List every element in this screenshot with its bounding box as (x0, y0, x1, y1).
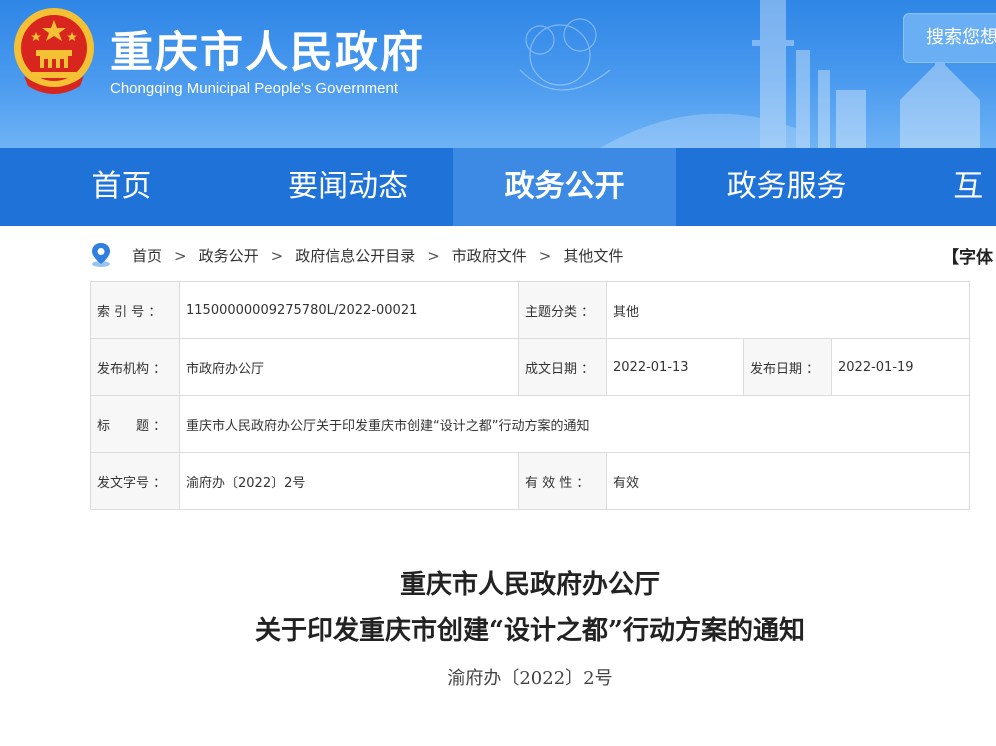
search-button[interactable]: 搜索您想 (903, 13, 996, 63)
breadcrumb-row: 首页 > 政务公开 > 政府信息公开目录 > 市政府文件 > 其他文件 【字体 (0, 238, 996, 272)
breadcrumb-separator: > (174, 246, 187, 265)
breadcrumb-home[interactable]: 首页 (132, 245, 162, 266)
index-label: 索 引 号 ： (90, 281, 180, 339)
breadcrumb-other-documents[interactable]: 其他文件 (563, 245, 623, 266)
title-label: 标 题 ： (90, 395, 180, 453)
created-date-label: 成文日期 ： (518, 338, 607, 396)
breadcrumb-info-directory[interactable]: 政府信息公开目录 (295, 245, 415, 266)
validity-value: 有效 (606, 452, 970, 510)
doc-number-label: 发文字号 ： (90, 452, 180, 510)
breadcrumb-separator: > (270, 246, 284, 265)
table-row: 发文字号 ： 渝府办〔2022〕2号 有 效 性 ： 有效 (90, 452, 970, 510)
site-subtitle: Chongqing Municipal People's Government (110, 80, 399, 97)
document-title-line2: 关于印发重庆市创建“设计之都”行动方案的通知 (255, 616, 805, 646)
document-title: 重庆市人民政府办公厅 关于印发重庆市创建“设计之都”行动方案的通知 (0, 564, 996, 656)
breadcrumb: 首页 > 政务公开 > 政府信息公开目录 > 市政府文件 > 其他文件 (132, 245, 623, 266)
breadcrumb-municipal-documents[interactable]: 市政府文件 (452, 245, 527, 266)
publisher-label: 发布机构 ： (90, 338, 180, 396)
validity-label: 有 效 性 ： (518, 452, 607, 510)
topic-label: 主题分类 ： (518, 281, 607, 339)
nav-item-interaction[interactable]: 互 (897, 148, 996, 226)
site-title: 重庆市人民政府 (110, 28, 425, 78)
document-title-line1: 重庆市人民政府办公厅 (399, 570, 660, 600)
published-date-label: 发布日期 ： (743, 338, 832, 396)
site-header: 重庆市人民政府 Chongqing Municipal People's Gov… (0, 0, 996, 148)
created-date-value: 2022-01-13 (606, 338, 744, 396)
doc-number-value: 渝府办〔2022〕2号 (179, 452, 519, 510)
table-row: 索 引 号 ： 11500000009275780L/2022-00021 主题… (90, 281, 970, 339)
location-pin-icon (92, 243, 110, 267)
nav-item-gov-services[interactable]: 政务服务 (676, 148, 897, 226)
table-row: 标 题 ： 重庆市人民政府办公厅关于印发重庆市创建“设计之都”行动方案的通知 (90, 395, 970, 453)
national-emblem-icon (14, 8, 94, 94)
breadcrumb-separator: > (538, 246, 552, 265)
title-value: 重庆市人民政府办公厅关于印发重庆市创建“设计之都”行动方案的通知 (179, 395, 970, 453)
nav-item-gov-affairs-public[interactable]: 政务公开 (453, 148, 676, 226)
main-nav: 首页 要闻动态 政务公开 政务服务 互 (0, 148, 996, 226)
index-value: 11500000009275780L/2022-00021 (179, 281, 519, 339)
nav-item-home[interactable]: 首页 (0, 148, 243, 226)
table-row: 发布机构 ： 市政府办公厅 成文日期 ： 2022-01-13 发布日期 ： 2… (90, 338, 970, 396)
font-size-control[interactable]: 【字体 (942, 243, 993, 268)
breadcrumb-separator: > (427, 246, 440, 265)
published-date-value: 2022-01-19 (831, 338, 970, 396)
nav-item-news[interactable]: 要闻动态 (243, 148, 454, 226)
topic-value: 其他 (606, 281, 970, 339)
publisher-value: 市政府办公厅 (179, 338, 519, 396)
breadcrumb-gov-affairs-public[interactable]: 政务公开 (199, 245, 259, 266)
document-number: 渝府办〔2022〕2号 (447, 668, 613, 689)
document-info-table: 索 引 号 ： 11500000009275780L/2022-00021 主题… (90, 281, 970, 510)
